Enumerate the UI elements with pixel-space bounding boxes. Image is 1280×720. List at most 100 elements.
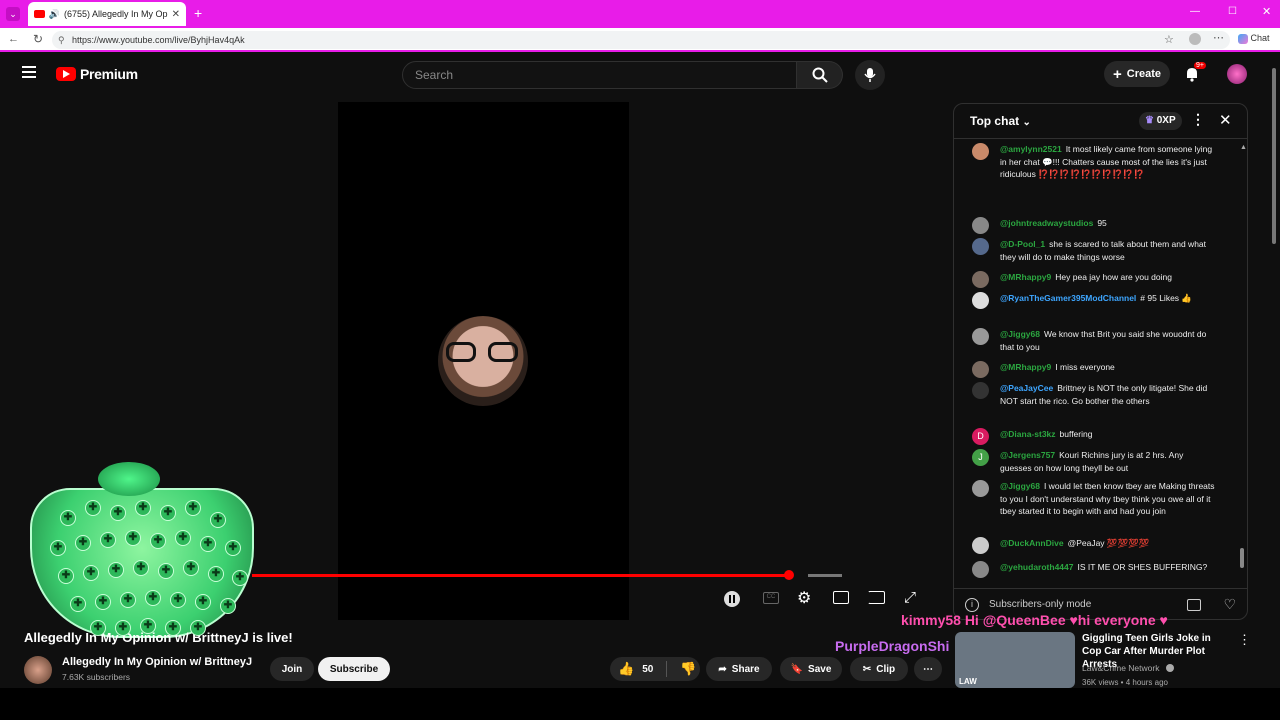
chat-message[interactable]: @johntreadwaystudios 95: [972, 217, 1217, 234]
info-icon[interactable]: i: [965, 597, 979, 612]
progress-scrubber[interactable]: [784, 570, 794, 580]
chat-avatar[interactable]: [972, 271, 989, 288]
new-tab-button[interactable]: +: [194, 5, 202, 21]
chat-message[interactable]: @D-Pool_1 she is scared to talk about the…: [972, 238, 1217, 263]
cast-icon[interactable]: [868, 591, 885, 604]
settings-icon[interactable]: ⚙: [797, 588, 811, 608]
create-button[interactable]: + Create: [1104, 61, 1170, 87]
jar-token-icon: ✚: [133, 560, 149, 576]
chat-username[interactable]: @D-Pool_1: [1000, 239, 1045, 249]
site-info-icon[interactable]: ⚲: [58, 31, 65, 49]
youtube-logo[interactable]: Premium: [56, 66, 138, 82]
browser-tab[interactable]: 🔊 (6755) Allegedly In My Opinio ✕: [28, 2, 186, 26]
chat-avatar[interactable]: [972, 328, 989, 345]
chat-username[interactable]: @Jergens757: [1000, 450, 1055, 460]
tab-list-button[interactable]: ⌄: [6, 7, 20, 21]
chat-avatar[interactable]: [972, 561, 989, 578]
progress-bar[interactable]: [252, 574, 789, 577]
captions-icon[interactable]: CC: [763, 592, 779, 604]
recommended-thumbnail[interactable]: LAW: [955, 632, 1075, 688]
chat-message[interactable]: @MRhappy9 I miss everyone: [972, 361, 1217, 378]
account-avatar[interactable]: [1227, 64, 1247, 84]
thumbs-down-icon[interactable]: 👎: [680, 661, 696, 677]
more-actions-button[interactable]: ⋯: [914, 657, 942, 681]
search-input[interactable]: Search: [402, 61, 797, 89]
chat-username[interactable]: @DuckAnnDive: [1000, 538, 1064, 548]
scroll-up-icon[interactable]: ▲: [1240, 144, 1247, 151]
search-button[interactable]: [797, 61, 843, 89]
chat-avatar[interactable]: [972, 382, 989, 399]
back-icon[interactable]: ←: [8, 33, 19, 45]
voice-search-button[interactable]: [855, 60, 885, 90]
chat-username[interactable]: @Diana-st3kz: [1000, 429, 1056, 439]
save-button[interactable]: 🔖 Save: [780, 657, 842, 681]
join-button[interactable]: Join: [270, 657, 314, 681]
pause-button[interactable]: [724, 591, 740, 607]
chat-avatar[interactable]: [972, 361, 989, 378]
chat-avatar[interactable]: [972, 217, 989, 234]
favorites-icon[interactable]: ☆: [1164, 33, 1174, 46]
page-scroll-thumb[interactable]: [1272, 68, 1276, 244]
chat-username[interactable]: @Jiggy68: [1000, 329, 1040, 339]
chat-message[interactable]: @Jiggy68 We know thst Brit you said she w…: [972, 328, 1217, 353]
share-button[interactable]: ➦ Share: [706, 657, 772, 681]
fullscreen-icon[interactable]: ⤢: [904, 589, 916, 606]
chat-message[interactable]: @DuckAnnDive @PeaJay 💯💯💯💯: [972, 537, 1217, 554]
chat-message[interactable]: J @Jergens757 Kouri Richins jury is at 2 h…: [972, 449, 1217, 474]
jar-token-icon: ✚: [110, 505, 126, 521]
chat-scrollbar[interactable]: ▲: [1240, 144, 1247, 578]
chat-message[interactable]: @amylynn2521 It most likely came from som…: [972, 143, 1217, 181]
heart-icon[interactable]: ♡: [1223, 596, 1236, 613]
chat-avatar[interactable]: J: [972, 449, 989, 466]
chat-close-icon[interactable]: ✕: [1219, 111, 1232, 129]
chat-message[interactable]: @yehudaroth4447 IS IT ME OR SHES BUFFERIN…: [972, 561, 1217, 578]
minimize-button[interactable]: —: [1190, 6, 1200, 17]
recommended-more-icon[interactable]: ⋮: [1238, 632, 1251, 648]
page-scrollbar[interactable]: [1272, 56, 1276, 686]
miniplayer-icon[interactable]: [833, 591, 849, 604]
chat-message[interactable]: @Jiggy68 I would let tben know tbey are M…: [972, 480, 1217, 518]
like-button[interactable]: 👍 50: [618, 661, 653, 677]
menu-icon[interactable]: [22, 66, 36, 78]
close-window-button[interactable]: ✕: [1262, 5, 1271, 18]
recommended-channel[interactable]: Law&Crime Network: [1082, 663, 1159, 673]
channel-name[interactable]: Allegedly In My Opinion w/ BrittneyJ: [62, 656, 252, 668]
chat-text: 95: [1097, 218, 1107, 228]
notifications-button[interactable]: 9+: [1184, 62, 1206, 82]
xp-badge[interactable]: ♛ 0XP: [1139, 112, 1182, 130]
chat-username[interactable]: @amylynn2521: [1000, 144, 1062, 154]
chat-username[interactable]: @johntreadwaystudios: [1000, 218, 1093, 228]
chat-message[interactable]: @RyanTheGamer395ModChannel # 95 Likes 👍: [972, 292, 1217, 309]
chat-message[interactable]: @MRhappy9 Hey pea jay how are you doing: [972, 271, 1217, 288]
chat-username[interactable]: @MRhappy9: [1000, 362, 1051, 372]
audio-icon[interactable]: 🔊: [49, 9, 60, 20]
chat-username[interactable]: @MRhappy9: [1000, 272, 1051, 282]
chat-avatar[interactable]: [972, 143, 989, 160]
more-icon[interactable]: ⋯: [1213, 31, 1224, 44]
chat-button[interactable]: Chat: [1238, 33, 1270, 44]
chat-avatar[interactable]: [972, 292, 989, 309]
profile-icon[interactable]: [1189, 33, 1201, 45]
chat-avatar[interactable]: [972, 238, 989, 255]
subscribe-button[interactable]: Subscribe: [318, 657, 390, 681]
chat-username[interactable]: @PeaJayCee: [1000, 383, 1053, 393]
channel-avatar[interactable]: [24, 656, 52, 684]
chat-avatar[interactable]: [972, 480, 989, 497]
chat-username[interactable]: @yehudaroth4447: [1000, 562, 1073, 572]
reload-icon[interactable]: ↻: [33, 32, 43, 46]
super-chat-icon[interactable]: [1187, 598, 1202, 611]
url-field[interactable]: ⚲ https://www.youtube.com/live/ByhjHav4q…: [52, 31, 1230, 49]
chat-message[interactable]: @PeaJayCee Brittney is NOT the only litig…: [972, 382, 1217, 407]
jar-token-icon: ✚: [158, 563, 174, 579]
tab-close-icon[interactable]: ✕: [172, 9, 180, 20]
chat-avatar[interactable]: D: [972, 428, 989, 445]
chat-more-icon[interactable]: ⋮: [1191, 111, 1205, 128]
maximize-button[interactable]: ☐: [1228, 6, 1237, 17]
chat-message[interactable]: D @Diana-st3kz buffering: [972, 428, 1217, 445]
chat-username[interactable]: @RyanTheGamer395ModChannel: [1000, 293, 1136, 303]
chat-username[interactable]: @Jiggy68: [1000, 481, 1040, 491]
scroll-thumb[interactable]: [1240, 548, 1244, 568]
chat-avatar[interactable]: [972, 537, 989, 554]
clip-button[interactable]: ✂ Clip: [850, 657, 908, 681]
chat-mode-dropdown[interactable]: Top chat ⌄: [970, 114, 1031, 128]
